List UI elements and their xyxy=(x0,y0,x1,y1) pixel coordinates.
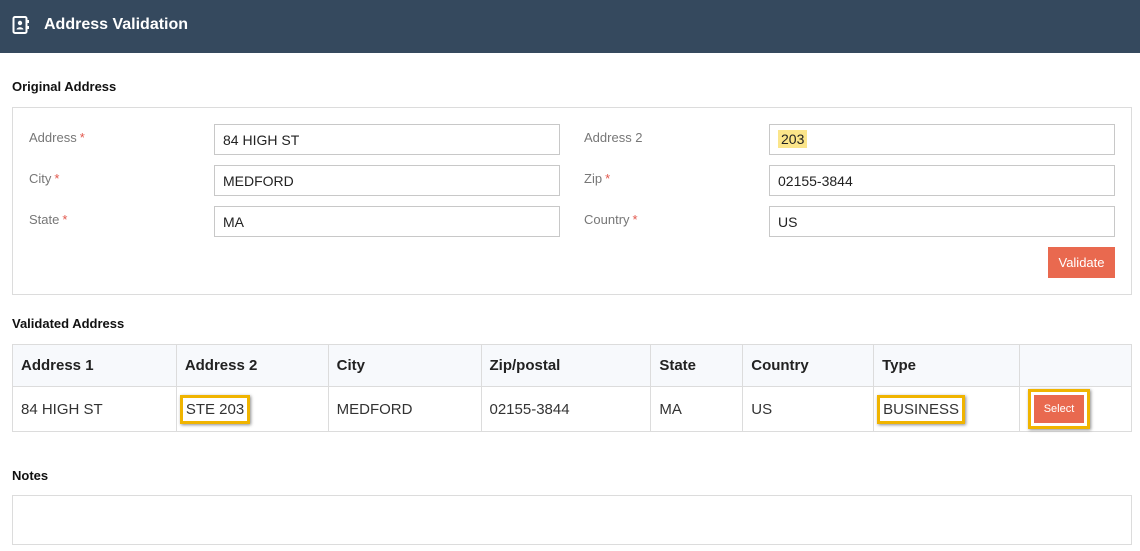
required-marker: * xyxy=(54,171,60,186)
validate-button[interactable]: Validate xyxy=(1048,247,1115,278)
notes-field[interactable] xyxy=(12,495,1132,545)
city-field[interactable] xyxy=(214,165,560,196)
cell-state: MA xyxy=(650,386,744,432)
column-header-zip: Zip/postal xyxy=(480,344,652,387)
address2-value-highlight: 203 xyxy=(778,130,808,148)
type-highlight: BUSINESS xyxy=(877,394,965,424)
address-book-icon xyxy=(12,16,29,34)
validated-address-table: Address 1 Address 2 City Zip/postal Stat… xyxy=(12,344,1132,432)
required-marker: * xyxy=(632,212,638,227)
required-marker: * xyxy=(79,130,85,145)
address2-field[interactable]: 203 xyxy=(769,124,1115,155)
required-marker: * xyxy=(605,171,611,186)
column-header-type: Type xyxy=(873,344,1020,387)
notes-heading: Notes xyxy=(12,468,49,483)
address2-highlight: STE 203 xyxy=(179,394,251,424)
state-field[interactable] xyxy=(214,206,560,237)
cell-address1: 84 HIGH ST xyxy=(12,386,177,432)
cell-action: Select xyxy=(1019,386,1132,432)
country-label: Country * xyxy=(584,212,638,227)
zip-field[interactable] xyxy=(769,165,1115,196)
state-label: State * xyxy=(29,212,68,227)
cell-zip: 02155-3844 xyxy=(480,386,652,432)
cell-city: MEDFORD xyxy=(327,386,482,432)
column-header-address2: Address 2 xyxy=(175,344,329,387)
required-marker: * xyxy=(62,212,68,227)
app-header: Address Validation xyxy=(0,0,1140,53)
cell-country: US xyxy=(742,386,875,432)
column-header-country: Country xyxy=(742,344,875,387)
address-label: Address * xyxy=(29,130,85,145)
page-title: Address Validation xyxy=(44,16,189,33)
address2-label: Address 2 xyxy=(584,130,643,145)
cell-type: BUSINESS xyxy=(873,386,1020,432)
city-label: City * xyxy=(29,171,60,186)
column-header-city: City xyxy=(327,344,482,387)
select-button[interactable]: Select xyxy=(1034,395,1084,423)
column-header-action xyxy=(1019,344,1132,387)
column-header-address1: Address 1 xyxy=(12,344,177,387)
column-header-state: State xyxy=(650,344,744,387)
table-row: 84 HIGH ST STE 203 MEDFORD 02155-3844 MA… xyxy=(12,386,1132,432)
zip-label: Zip * xyxy=(584,171,611,186)
address-field[interactable] xyxy=(214,124,560,155)
cell-address2: STE 203 xyxy=(175,386,329,432)
validated-address-heading: Validated Address xyxy=(12,316,125,331)
select-highlight: Select xyxy=(1028,389,1090,429)
original-address-heading: Original Address xyxy=(12,79,117,94)
table-header-row: Address 1 Address 2 City Zip/postal Stat… xyxy=(12,344,1132,387)
country-field[interactable] xyxy=(769,206,1115,237)
